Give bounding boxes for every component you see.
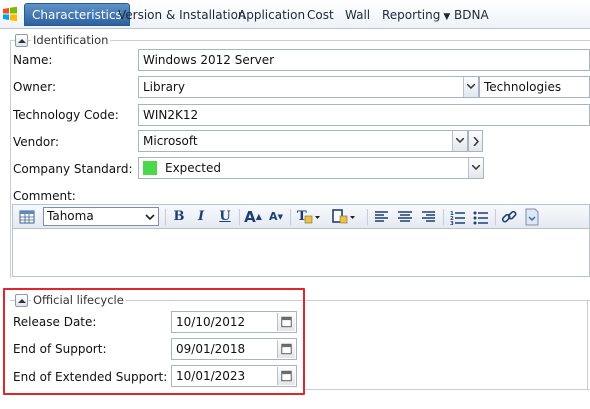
highlight-color-icon[interactable] [331, 208, 357, 226]
collapse-identification-button[interactable] [15, 34, 28, 47]
tab-application[interactable]: Application [238, 5, 305, 25]
table-icon[interactable] [18, 208, 36, 226]
company-standard-value: Expected [165, 161, 221, 175]
name-input[interactable]: Windows 2012 Server [138, 49, 590, 71]
vendor-value: Microsoft [143, 134, 198, 148]
owner-label: Owner: [13, 80, 57, 94]
toolbar-separator [367, 209, 368, 225]
vendor-goto-button[interactable] [468, 130, 483, 152]
tab-cost[interactable]: Cost [307, 5, 334, 25]
company-standard-dropdown-button[interactable] [468, 158, 483, 178]
tab-wall[interactable]: Wall [345, 5, 370, 25]
status-color-swatch [143, 161, 157, 175]
decrease-font-size-icon[interactable]: A▼ [267, 208, 285, 226]
owner-select[interactable]: Library [138, 76, 479, 98]
comment-editor[interactable] [12, 229, 590, 277]
tab-bdna[interactable]: BDNA [454, 5, 489, 25]
fieldset-bottom-border [305, 389, 590, 390]
company-standard-select[interactable]: Expected [138, 157, 484, 179]
bold-icon[interactable]: B [170, 208, 188, 226]
owner-dropdown-button[interactable] [463, 77, 478, 97]
chevron-down-icon [145, 214, 155, 221]
vendor-label: Vendor: [13, 135, 59, 149]
technology-code-label: Technology Code: [13, 108, 119, 122]
company-standard-label: Company Standard: [13, 162, 133, 176]
technology-code-input[interactable]: WIN2K12 [138, 104, 590, 126]
italic-icon[interactable]: I [192, 208, 210, 226]
lifecycle-highlight-box [3, 288, 305, 395]
chevron-right-icon [473, 137, 479, 146]
editor-toolbar: Tahoma B I U A▲ A▼ T 1 2 3 [12, 204, 590, 229]
name-label: Name: [13, 53, 53, 67]
comment-label: Comment: [13, 189, 76, 203]
vendor-dropdown-button[interactable] [452, 131, 467, 151]
owner-department-input[interactable]: Technologies [479, 76, 590, 98]
underline-icon[interactable]: U [216, 208, 234, 226]
tab-reporting-label: Reporting [382, 8, 441, 22]
fieldset-right-border [587, 300, 588, 390]
font-family-value: Tahoma [47, 209, 94, 223]
toolbar-separator [443, 209, 444, 225]
chevron-down-icon [467, 84, 475, 89]
toolbar-separator [165, 209, 166, 225]
tab-version-installation[interactable]: Version & Installation [118, 5, 246, 25]
chevron-down-icon: ▼ [443, 12, 451, 22]
numbered-list-icon[interactable]: 1 2 3 [449, 208, 467, 226]
toolbar-separator [239, 209, 240, 225]
align-center-icon[interactable] [396, 208, 414, 226]
bulleted-list-icon[interactable] [472, 208, 490, 226]
chevron-down-icon [472, 165, 480, 170]
toolbar-separator [290, 209, 291, 225]
windows-logo-icon [3, 6, 17, 22]
identification-legend: Identification [31, 33, 111, 47]
vendor-select[interactable]: Microsoft [138, 130, 468, 152]
font-family-select[interactable]: Tahoma [43, 207, 159, 226]
tab-bar: Characteristics Version & Installation A… [0, 0, 590, 29]
align-left-icon[interactable] [373, 208, 391, 226]
link-icon[interactable] [500, 208, 518, 226]
tab-characteristics[interactable]: Characteristics [24, 3, 130, 26]
chevron-down-icon [456, 138, 464, 143]
chevron-up-icon [18, 39, 26, 43]
increase-font-size-icon[interactable]: A▲ [244, 208, 262, 226]
insert-image-icon[interactable] [523, 208, 541, 226]
owner-value: Library [143, 80, 185, 94]
font-color-icon[interactable]: T [296, 208, 322, 226]
fieldset-left-border [10, 40, 11, 278]
align-right-icon[interactable] [419, 208, 437, 226]
tab-reporting[interactable]: Reporting ▼ [382, 5, 450, 25]
toolbar-separator [495, 209, 496, 225]
svg-text:3: 3 [450, 221, 454, 226]
